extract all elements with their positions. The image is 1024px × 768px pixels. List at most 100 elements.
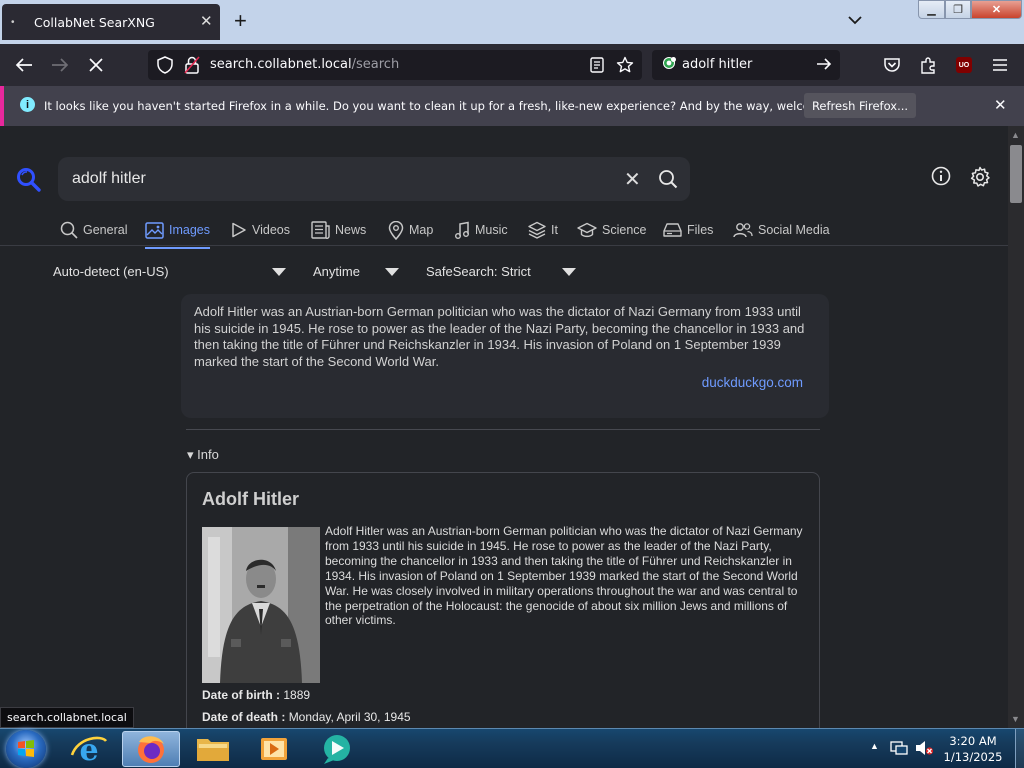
searxng-results-page: adolf hitler ✕ General Images Videos New… xyxy=(0,126,1008,728)
abstract-source-link[interactable]: duckduckgo.com xyxy=(702,375,803,390)
tab-music[interactable]: Music xyxy=(454,218,508,242)
taskbar-media-player[interactable] xyxy=(246,731,304,767)
tab-music-label: Music xyxy=(475,223,508,237)
attribute-value: 1889 xyxy=(283,688,311,702)
tab-social-media-label: Social Media xyxy=(758,223,830,237)
url-text: search.collabnet.local/search xyxy=(210,57,399,72)
clear-search-icon[interactable]: ✕ xyxy=(624,167,641,192)
tab-images[interactable]: Images xyxy=(145,218,210,249)
notification-close-icon[interactable]: ✕ xyxy=(994,96,1007,114)
system-clock[interactable]: 3:20 AM 1/13/2025 xyxy=(934,733,1012,765)
forward-arrow-icon[interactable] xyxy=(49,54,71,76)
search-input[interactable]: adolf hitler ✕ xyxy=(58,157,690,201)
safesearch-chevron-down-icon[interactable] xyxy=(562,268,576,276)
tab-news[interactable]: News xyxy=(311,218,366,242)
search-icon xyxy=(60,221,78,239)
notification-message: It looks like you haven't started Firefo… xyxy=(44,99,864,113)
ublock-badge: UO xyxy=(956,57,972,73)
abstract-text: Adolf Hitler was an Austrian-born German… xyxy=(194,304,805,370)
tab-social-media[interactable]: Social Media xyxy=(733,218,830,242)
close-window-button[interactable]: ✕ xyxy=(971,0,1022,19)
back-arrow-icon[interactable] xyxy=(13,54,35,76)
windows-logo-icon xyxy=(18,740,34,757)
tab-news-label: News xyxy=(335,223,367,237)
minimize-button[interactable]: ▁ xyxy=(918,0,945,19)
scrollbar-thumb[interactable] xyxy=(1010,145,1022,203)
language-chevron-down-icon[interactable] xyxy=(272,268,286,276)
category-tabs: General Images Videos News Map Music It … xyxy=(0,214,1008,249)
map-pin-icon xyxy=(388,220,404,240)
tab-strip: • CollabNet SearXNG ✕ + ▁ ❐ ✕ xyxy=(0,0,1024,44)
hamburger-menu-icon[interactable] xyxy=(989,54,1011,76)
infobox-attribute: Date of death : Monday, April 30, 1945 xyxy=(202,710,411,724)
show-hidden-icons-icon[interactable]: ▲ xyxy=(870,741,879,751)
stop-loading-icon[interactable] xyxy=(85,54,107,76)
extensions-puzzle-icon[interactable] xyxy=(917,54,939,76)
tab-favicon-icon: • xyxy=(11,17,15,28)
lock-icon[interactable] xyxy=(184,56,200,79)
infobox-description: Adolf Hitler was an Austrian-born German… xyxy=(325,524,803,628)
tab-videos[interactable]: Videos xyxy=(231,218,290,242)
url-bar[interactable]: search.collabnet.local/search xyxy=(148,50,642,80)
tab-close-icon[interactable]: ✕ xyxy=(200,12,213,30)
tab-files[interactable]: Files xyxy=(663,218,713,242)
ublock-origin-icon[interactable]: UO xyxy=(953,54,975,76)
taskbar-internet-explorer[interactable]: e xyxy=(60,731,118,768)
restore-button[interactable]: ❐ xyxy=(945,0,971,19)
taskbar-file-explorer[interactable] xyxy=(184,731,242,767)
search-submit-icon[interactable] xyxy=(658,169,678,194)
tab-videos-label: Videos xyxy=(252,223,290,237)
chat-bubble-icon xyxy=(324,735,350,764)
tab-general[interactable]: General xyxy=(60,218,127,242)
notification-bar: i It looks like you haven't started Fire… xyxy=(0,86,1024,126)
tab-science[interactable]: Science xyxy=(577,218,646,242)
network-icon[interactable] xyxy=(890,740,908,761)
drive-icon xyxy=(663,223,682,237)
search-go-arrow-icon[interactable] xyxy=(816,57,832,76)
pocket-icon[interactable] xyxy=(881,54,903,76)
infobox-attribute: Date of birth : 1889 xyxy=(202,688,310,702)
music-note-icon xyxy=(455,221,469,239)
vertical-scrollbar[interactable]: ▲ ▼ xyxy=(1008,126,1024,728)
reader-view-icon[interactable] xyxy=(590,57,604,78)
clock-time: 3:20 AM xyxy=(949,734,997,748)
divider xyxy=(186,429,820,430)
time-range-select[interactable]: Anytime xyxy=(313,264,360,279)
infobox-portrait-image[interactable] xyxy=(202,527,320,683)
tracking-protection-shield-icon[interactable] xyxy=(156,56,174,79)
searxng-logo-icon[interactable] xyxy=(16,167,42,198)
answer-abstract: Adolf Hitler was an Austrian-born German… xyxy=(181,294,829,418)
preferences-gear-icon[interactable] xyxy=(969,166,991,193)
start-button[interactable] xyxy=(6,730,46,768)
browser-tab[interactable]: • CollabNet SearXNG ✕ xyxy=(2,4,220,40)
info-toggle[interactable]: ▾ Info xyxy=(187,447,219,463)
scroll-up-arrow-icon[interactable]: ▲ xyxy=(1011,130,1020,140)
taskbar-app[interactable] xyxy=(308,731,366,767)
play-icon xyxy=(232,222,246,238)
time-range-chevron-down-icon[interactable] xyxy=(385,268,399,276)
search-bar[interactable]: adolf hitler xyxy=(652,50,840,80)
language-select[interactable]: Auto-detect (en-US) xyxy=(53,264,169,279)
bookmark-star-icon[interactable] xyxy=(616,56,634,79)
tab-science-label: Science xyxy=(602,223,647,237)
tab-general-label: General xyxy=(83,223,128,237)
tab-map[interactable]: Map xyxy=(388,218,433,242)
windows-taskbar: e ▲ 3:20 AM 1/13/2025 xyxy=(0,728,1024,768)
search-query-text: adolf hitler xyxy=(72,170,146,187)
taskbar-firefox[interactable] xyxy=(122,731,180,767)
show-desktop-button[interactable] xyxy=(1015,729,1024,768)
tab-it-label: It xyxy=(551,223,558,237)
tab-map-label: Map xyxy=(409,223,434,237)
url-path: /search xyxy=(351,57,400,72)
volume-muted-icon[interactable] xyxy=(914,740,934,761)
internet-explorer-icon: e xyxy=(70,733,108,768)
refresh-firefox-button[interactable]: Refresh Firefox... xyxy=(804,93,916,118)
scroll-down-arrow-icon[interactable]: ▼ xyxy=(1011,714,1020,724)
safesearch-select[interactable]: SafeSearch: Strict xyxy=(426,264,531,279)
tab-it[interactable]: It xyxy=(528,218,558,242)
new-tab-button[interactable]: + xyxy=(234,8,247,34)
list-all-tabs-icon[interactable] xyxy=(848,12,862,30)
graduation-cap-icon xyxy=(577,222,597,238)
about-info-icon[interactable] xyxy=(931,166,951,191)
searxng-engine-icon[interactable] xyxy=(662,56,678,77)
